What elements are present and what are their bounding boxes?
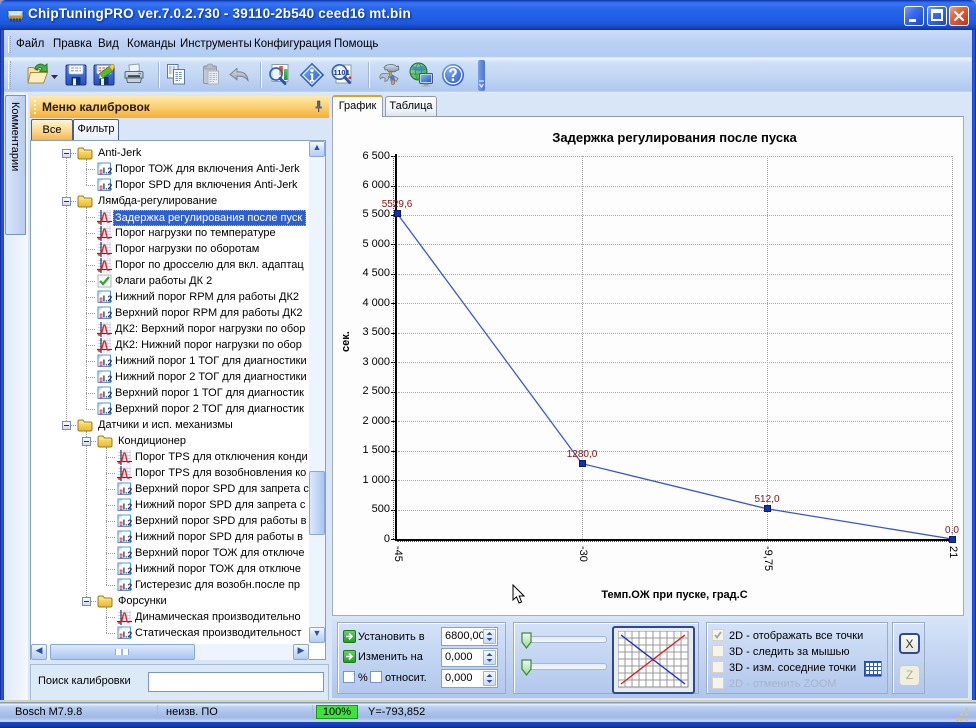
svg-text:I.2: I.2 xyxy=(123,485,132,495)
svg-text:I.2: I.2 xyxy=(123,629,132,639)
svg-text:I.2: I.2 xyxy=(103,357,112,367)
svg-text:I.2: I.2 xyxy=(123,549,132,559)
svg-text:I.2: I.2 xyxy=(123,517,132,527)
svg-text:I.2: I.2 xyxy=(103,405,112,415)
svg-text:I.2: I.2 xyxy=(103,181,112,191)
svg-text:I.2: I.2 xyxy=(103,293,112,303)
svg-text:I.2: I.2 xyxy=(123,501,132,511)
svg-text:I.2: I.2 xyxy=(103,389,112,399)
svg-text:I.2: I.2 xyxy=(103,165,112,175)
svg-text:I.2: I.2 xyxy=(123,581,132,591)
svg-text:110: 110 xyxy=(334,68,346,77)
svg-text:I.2: I.2 xyxy=(123,533,132,543)
svg-text:I.2: I.2 xyxy=(103,373,112,383)
svg-text:I.2: I.2 xyxy=(103,309,112,319)
svg-text:I.2: I.2 xyxy=(123,565,132,575)
svg-text:1: 1 xyxy=(346,68,350,77)
